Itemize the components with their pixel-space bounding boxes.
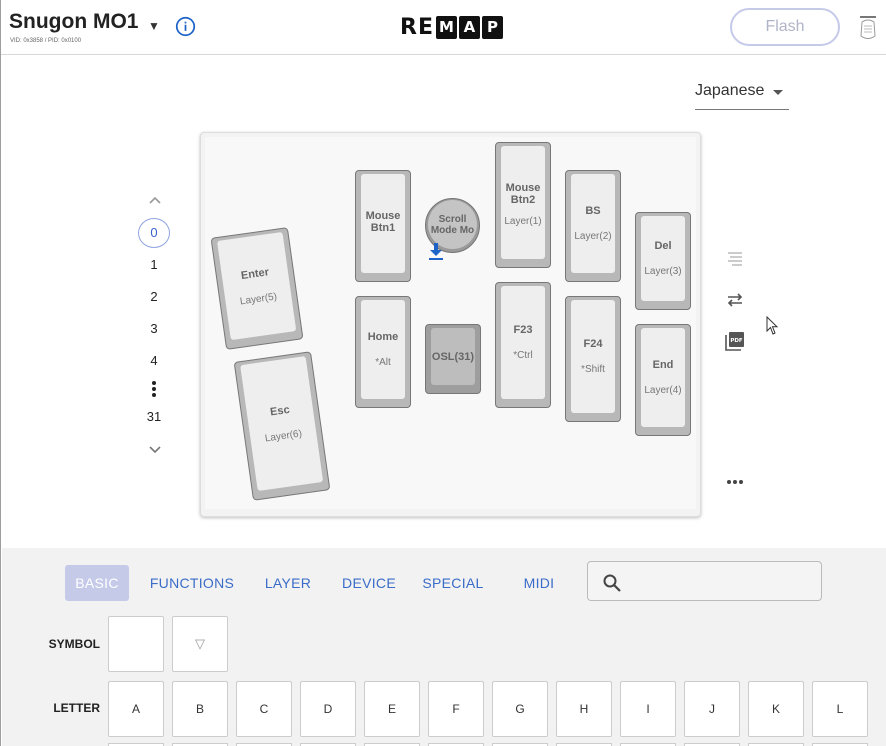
- key-search-box[interactable]: [587, 561, 822, 601]
- chevron-down-icon[interactable]: [148, 443, 162, 457]
- chevron-down-icon: [773, 90, 783, 95]
- palette-key-k[interactable]: K: [748, 681, 804, 737]
- tab-layer[interactable]: LAYER: [260, 565, 316, 601]
- search-icon: [603, 574, 621, 592]
- tab-midi[interactable]: MIDI: [516, 565, 562, 601]
- palette-key-l[interactable]: L: [812, 681, 868, 737]
- keyboard-ids: VID: 0x3858 / PID: 0x0100: [10, 38, 82, 44]
- mouse-cursor-icon: [766, 316, 779, 335]
- key-mouse-btn2[interactable]: Mouse Btn2 Layer(1): [495, 142, 551, 268]
- key-f23[interactable]: F23 *Ctrl: [495, 282, 551, 408]
- svg-text:PDF: PDF: [730, 338, 743, 344]
- palette-key-symbol-blank[interactable]: [108, 616, 164, 672]
- palette-key-g[interactable]: G: [492, 681, 548, 737]
- remap-app: Snugon MO1 ▼ VID: 0x3858 / PID: 0x0100 R…: [0, 0, 886, 746]
- key-enter[interactable]: Enter Layer(5): [210, 227, 304, 350]
- layer-item-4[interactable]: 4: [138, 353, 170, 368]
- symbol-row-label: SYMBOL: [48, 637, 100, 651]
- user-avatar[interactable]: [856, 14, 880, 42]
- key-bs[interactable]: BS Layer(2): [565, 170, 621, 282]
- remap-logo: RE M A P: [400, 14, 503, 40]
- info-icon[interactable]: [175, 16, 196, 37]
- key-palette: BASIC FUNCTIONS LAYER DEVICE SPECIAL MID…: [2, 548, 886, 746]
- tab-functions[interactable]: FUNCTIONS: [148, 565, 236, 601]
- more-vertical-icon[interactable]: [152, 381, 156, 399]
- letter-row-label: LETTER: [53, 701, 100, 715]
- pdf-icon[interactable]: PDF: [725, 331, 745, 351]
- tab-device[interactable]: DEVICE: [338, 565, 400, 601]
- search-input[interactable]: [628, 568, 813, 594]
- palette-key-d[interactable]: D: [300, 681, 356, 737]
- key-mouse-btn1[interactable]: Mouse Btn1: [355, 170, 411, 282]
- palette-key-symbol-triangle[interactable]: ▽: [172, 616, 228, 672]
- tab-special[interactable]: SPECIAL: [420, 565, 486, 601]
- keyboard-menu-chevron-icon[interactable]: ▼: [148, 19, 160, 33]
- layer-item-2[interactable]: 2: [138, 289, 170, 304]
- key-f24[interactable]: F24 *Shift: [565, 296, 621, 422]
- more-horizontal-icon[interactable]: [725, 472, 745, 492]
- key-home[interactable]: Home *Alt: [355, 296, 411, 408]
- arrow-down-icon: [429, 243, 443, 260]
- palette-key-j[interactable]: J: [684, 681, 740, 737]
- palette-key-e[interactable]: E: [364, 681, 420, 737]
- palette-key-c[interactable]: C: [236, 681, 292, 737]
- palette-key-f[interactable]: F: [428, 681, 484, 737]
- keyboard-name[interactable]: Snugon MO1: [9, 10, 139, 34]
- palette-key-i[interactable]: I: [620, 681, 676, 737]
- key-end[interactable]: End Layer(4): [635, 324, 691, 436]
- palette-key-b[interactable]: B: [172, 681, 228, 737]
- language-value: Japanese: [695, 82, 765, 99]
- layer-item-3[interactable]: 3: [138, 321, 170, 336]
- swap-icon[interactable]: [725, 290, 745, 310]
- chevron-up-icon[interactable]: [148, 193, 162, 207]
- layer-item-0[interactable]: 0: [138, 218, 170, 248]
- key-del[interactable]: Del Layer(3): [635, 212, 691, 310]
- layer-item-31[interactable]: 31: [138, 409, 170, 424]
- palette-key-h[interactable]: H: [556, 681, 612, 737]
- text-align-icon[interactable]: [725, 248, 745, 268]
- flash-button[interactable]: Flash: [730, 8, 840, 46]
- key-osl-31[interactable]: OSL(31): [425, 324, 481, 394]
- tab-basic[interactable]: BASIC: [65, 565, 129, 601]
- app-header: Snugon MO1 ▼ VID: 0x3858 / PID: 0x0100 R…: [1, 0, 886, 55]
- keyboard-language-select[interactable]: Japanese: [695, 82, 789, 110]
- layer-item-1[interactable]: 1: [138, 257, 170, 272]
- palette-key-a[interactable]: A: [108, 681, 164, 737]
